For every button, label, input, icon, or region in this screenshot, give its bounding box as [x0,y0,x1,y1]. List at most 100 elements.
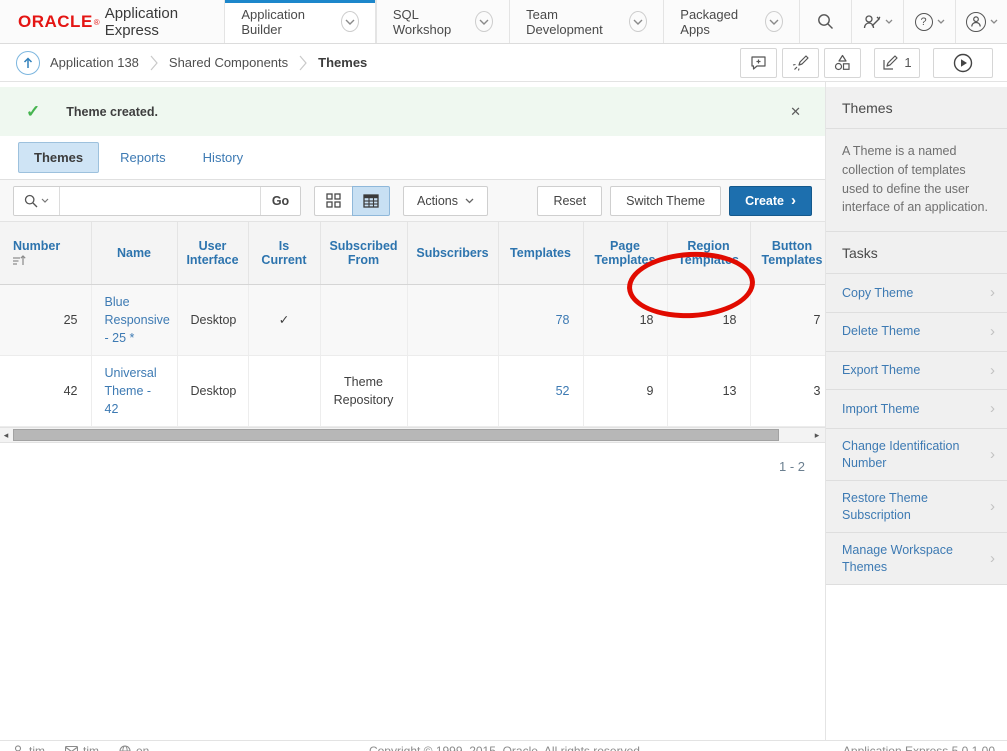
cell-number: 25 [0,284,91,355]
globe-icon [119,745,131,751]
flashlight-icon [792,54,809,71]
column-header-button-templates[interactable]: Button Templates [750,222,825,284]
report-view-button[interactable] [352,186,390,216]
check-icon: ✓ [26,102,40,122]
chevron-down-icon [41,198,49,203]
cell-subscribers [407,355,498,426]
search-button[interactable] [799,0,851,43]
column-header-subscribers[interactable]: Subscribers [407,222,498,284]
edit-page-button[interactable]: 1 [874,48,920,78]
switch-theme-button[interactable]: Switch Theme [610,186,721,216]
account-icon [966,12,986,32]
chevron-down-icon[interactable] [629,11,647,32]
column-header-page-templates[interactable]: Page Templates [583,222,667,284]
view-toggle [314,186,390,216]
column-header-user-interface[interactable]: User Interface [177,222,248,284]
nav-tab-sql-workshop[interactable]: SQL Workshop [376,0,509,43]
breadcrumb-bar: Application 138 Shared Components Themes [0,44,1007,82]
task-item-export-theme[interactable]: Export Theme › [826,352,1007,391]
cell-name: Universal Theme - 42 [91,355,177,426]
tab-reports[interactable]: Reports [120,150,166,165]
scrollbar-thumb[interactable] [13,429,779,441]
column-header-region-templates[interactable]: Region Templates [667,222,750,284]
chevron-down-icon [937,19,945,24]
task-item-copy-theme[interactable]: Copy Theme › [826,274,1007,313]
shared-components-button[interactable] [824,48,861,78]
chevron-right-icon: › [990,497,995,517]
cell-templates: 52 [498,355,583,426]
scroll-right-arrow[interactable]: ▸ [811,428,823,442]
chevron-down-icon [990,19,998,24]
search-icon [24,194,38,208]
reset-button[interactable]: Reset [537,186,602,216]
go-button[interactable]: Go [260,187,300,215]
column-header-subscribed-from[interactable]: Subscribed From [320,222,407,284]
column-header-is-current[interactable]: Is Current [248,222,320,284]
page-content: ✓ Theme created. ✕ Themes Reports Histor… [0,82,1007,740]
column-header-name[interactable]: Name [91,222,177,284]
report-toolbar: Go Actions Reset Switch Theme Create › [0,180,825,222]
administration-button[interactable] [851,0,903,43]
cell-page-templates: 9 [583,355,667,426]
main-region: ✓ Theme created. ✕ Themes Reports Histor… [0,82,825,740]
tab-history[interactable]: History [203,150,243,165]
chevron-right-icon: › [990,322,995,342]
chevron-right-icon: › [791,193,796,208]
account-button[interactable] [955,0,1007,43]
breadcrumb-item-shared-components[interactable]: Shared Components [169,55,288,70]
chevron-down-icon[interactable] [765,11,783,32]
chevron-down-icon[interactable] [475,11,493,32]
footer-version: Application Express 5.0.1.00 [843,744,995,751]
scroll-left-arrow[interactable]: ◂ [0,428,12,442]
task-item-restore-theme-subscription[interactable]: Restore Theme Subscription › [826,481,1007,533]
actions-menu-button[interactable]: Actions [403,186,488,216]
nav-tab-team-development[interactable]: Team Development [509,0,663,43]
grid-view-icon [326,193,341,208]
task-item-manage-workspace-themes[interactable]: Manage Workspace Themes › [826,533,1007,584]
templates-link[interactable]: 52 [556,384,570,398]
horizontal-scrollbar[interactable]: ◂ ▸ [0,427,825,443]
pagination-label: 1 - 2 [0,459,825,474]
templates-link[interactable]: 78 [556,313,570,327]
table-row: 42 Universal Theme - 42 Desktop Theme Re… [0,355,825,426]
theme-link[interactable]: Universal Theme - 42 [105,366,157,416]
close-notification-button[interactable]: ✕ [790,104,801,120]
create-button[interactable]: Create › [729,186,812,216]
column-header-templates[interactable]: Templates [498,222,583,284]
sort-ascending-icon [13,255,83,266]
column-header-number[interactable]: Number [0,222,91,284]
cell-subscribed-from [320,284,407,355]
notification-message: Theme created. [66,105,158,119]
search-input[interactable] [60,187,260,215]
breadcrumb-item-application[interactable]: Application 138 [50,55,139,70]
cell-number: 42 [0,355,91,426]
shared-components-icon [834,54,851,71]
nav-tab-label: Packaged Apps [680,7,756,37]
task-item-delete-theme[interactable]: Delete Theme › [826,313,1007,352]
up-arrow-button[interactable] [16,51,40,75]
help-icon: ? [915,13,933,31]
feedback-button[interactable] [740,48,777,78]
theme-link[interactable]: Blue Responsive - 25 * [105,295,170,345]
footer-copyright: Copyright © 1999, 2015, Oracle. All righ… [169,744,843,751]
help-button[interactable]: ? [903,0,955,43]
nav-tab-application-builder[interactable]: Application Builder [224,0,376,43]
chevron-down-icon[interactable] [341,11,359,32]
icon-view-button[interactable] [314,186,352,216]
chevron-right-icon: › [990,399,995,419]
run-page-button[interactable] [933,48,993,78]
top-navigation-bar: ORACLE ® Application Express Application… [0,0,1007,44]
footer-language: en [119,744,149,751]
cell-region-templates: 18 [667,284,750,355]
task-item-import-theme[interactable]: Import Theme › [826,390,1007,429]
cell-button-templates: 7 [750,284,825,355]
nav-tab-packaged-apps[interactable]: Packaged Apps [663,0,799,43]
search-dropdown-button[interactable] [14,187,60,215]
cell-user-interface: Desktop [177,355,248,426]
sidebar-description: A Theme is a named collection of templat… [826,129,1007,232]
task-item-change-identification-number[interactable]: Change Identification Number › [826,429,1007,481]
spotlight-search-button[interactable] [782,48,819,78]
chevron-right-icon: › [990,549,995,569]
right-sidebar: Themes A Theme is a named collection of … [825,82,1007,740]
tab-themes[interactable]: Themes [18,142,99,173]
